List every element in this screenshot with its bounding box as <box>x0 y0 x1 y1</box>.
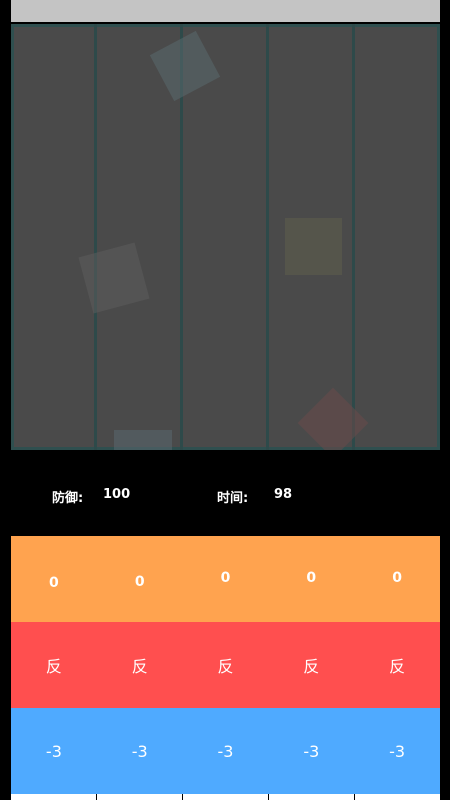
blue-cell[interactable]: -3 <box>183 708 269 794</box>
blue-cell[interactable]: -3 <box>268 708 354 794</box>
game-screen: 防御: 100 时间: 98 0 0 0 0 0 反 反 反 反 反 -3 -3… <box>0 0 450 800</box>
orange-cell[interactable]: 0 <box>268 536 354 622</box>
time-label: 时间: <box>217 491 249 506</box>
blue-cell[interactable]: -3 <box>11 708 97 794</box>
lane-divider <box>266 24 269 450</box>
bottom-segment <box>11 794 96 800</box>
olive-block <box>285 218 342 275</box>
bottom-segment <box>96 794 182 800</box>
red-cell[interactable]: 反 <box>354 622 440 708</box>
blue-row: -3 -3 -3 -3 -3 <box>11 708 440 794</box>
red-cell[interactable]: 反 <box>97 622 183 708</box>
blue-cell[interactable]: -3 <box>97 708 183 794</box>
teal-block <box>149 30 221 102</box>
red-cell[interactable]: 反 <box>11 622 97 708</box>
time-value: 98 <box>274 487 293 502</box>
hud: 防御: 100 时间: 98 <box>0 483 450 507</box>
defense-label: 防御: <box>52 491 84 506</box>
orange-cell[interactable]: 0 <box>354 536 440 622</box>
red-cell[interactable]: 反 <box>268 622 354 708</box>
orange-cell[interactable]: 0 <box>11 536 97 622</box>
bottom-strip <box>11 794 440 800</box>
red-row: 反 反 反 反 反 <box>11 622 440 708</box>
bottom-segment <box>182 794 268 800</box>
top-bar <box>11 0 440 22</box>
lane-divider <box>352 24 355 450</box>
orange-row: 0 0 0 0 0 <box>11 536 440 622</box>
orange-cell[interactable]: 0 <box>97 536 183 622</box>
blue-gray-block <box>114 430 172 450</box>
bottom-segment <box>268 794 354 800</box>
blue-cell[interactable]: -3 <box>354 708 440 794</box>
orange-cell[interactable]: 0 <box>183 536 269 622</box>
lane-divider <box>94 24 97 450</box>
gray-block <box>78 242 150 314</box>
game-arena[interactable] <box>11 24 440 450</box>
defense-value: 100 <box>103 487 131 502</box>
red-cell[interactable]: 反 <box>183 622 269 708</box>
bottom-segment <box>354 794 440 800</box>
red-block <box>297 387 369 450</box>
